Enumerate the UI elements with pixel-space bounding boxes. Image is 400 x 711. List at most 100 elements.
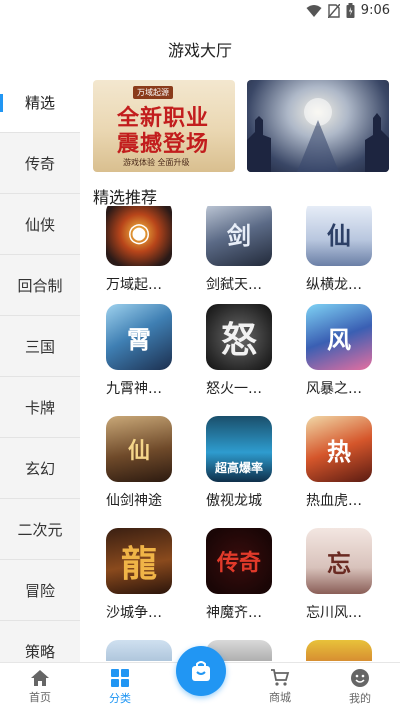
game-name: 剑弑天…: [206, 277, 262, 293]
nav-label: 商城: [269, 691, 291, 704]
game-name: 万域起…: [106, 277, 162, 293]
game-icon-glyph: 仙: [327, 220, 351, 250]
game-name: 神魔齐…: [206, 605, 262, 621]
no-sim-icon: [327, 3, 340, 18]
game-item[interactable]: 超高爆率 傲视龙城: [193, 416, 293, 510]
sidebar-item-label: 冒险: [24, 581, 55, 600]
center-bag-button[interactable]: [176, 646, 226, 696]
sidebar-item-label: 精选: [24, 93, 55, 112]
wifi-icon: [306, 4, 322, 17]
sidebar-item-xuanhuan[interactable]: 玄幻: [0, 438, 80, 499]
game-item[interactable]: 忘 忘川风…: [293, 528, 393, 622]
game-icon-glyph: 风: [327, 324, 351, 354]
game-item[interactable]: ◉ 万域起…: [93, 206, 193, 294]
game-icon: 超高爆率: [206, 416, 272, 482]
game-icon: ◉: [106, 206, 172, 266]
nav-label: 分类: [109, 692, 131, 705]
banner-brand: 万域起源: [133, 86, 173, 99]
game-name: 仙剑神途: [106, 493, 162, 509]
game-name: 纵横龙…: [306, 277, 362, 293]
game-icon: 风: [306, 304, 372, 370]
game-grid: ◉ 万域起… 剑 剑弑天… 仙 纵横龙… 霄 九霄神… 怒 怒火一… 风 风暴之…: [93, 206, 393, 661]
category-sidebar: 精选 传奇 仙侠 回合制 三国 卡牌 玄幻 二次元 冒险 策略: [0, 72, 80, 662]
nav-category[interactable]: 分类: [80, 663, 160, 711]
game-name: 怒火一…: [206, 381, 262, 397]
game-icon-glyph: 忘: [327, 548, 351, 578]
nav-shop[interactable]: 商城: [240, 663, 320, 711]
game-item[interactable]: [93, 640, 193, 661]
game-item[interactable]: 怒 怒火一…: [193, 304, 293, 398]
sidebar-item-label: 二次元: [17, 520, 63, 539]
sidebar-item-chuanqi[interactable]: 传奇: [0, 133, 80, 194]
game-icon: 热: [306, 416, 372, 482]
sidebar-item-huihezhi[interactable]: 回合制: [0, 255, 80, 316]
sidebar-item-label: 仙侠: [24, 215, 55, 234]
game-icon: 忘: [306, 528, 372, 594]
game-item[interactable]: 剑 剑弑天…: [193, 206, 293, 294]
sidebar-item-maoxian[interactable]: 冒险: [0, 560, 80, 621]
game-item[interactable]: 风 风暴之…: [293, 304, 393, 398]
nav-label: 首页: [29, 691, 51, 704]
sidebar-item-label: 三国: [24, 337, 55, 356]
banner-headline: 震撼登场: [116, 131, 209, 157]
sidebar-item-label: 回合制: [17, 276, 63, 295]
sidebar-item-erciyuan[interactable]: 二次元: [0, 499, 80, 560]
game-icon-glyph: 传奇: [216, 550, 261, 576]
game-icon: [306, 640, 372, 661]
game-item[interactable]: 龍 沙城争…: [93, 528, 193, 622]
game-icon: 霄: [106, 304, 172, 370]
nav-home[interactable]: 首页: [0, 663, 80, 711]
banner-carousel: 万域起源 全新职业 震撼登场 游戏体验 全面升级: [93, 80, 389, 172]
sidebar-item-xianxia[interactable]: 仙侠: [0, 194, 80, 255]
game-icon-glyph: 仙: [127, 438, 150, 464]
game-icon-glyph: 热: [327, 436, 351, 466]
game-icon-glyph: 超高爆率: [214, 461, 263, 475]
sidebar-item-label: 策略: [24, 642, 55, 661]
game-icon: 传奇: [206, 528, 272, 594]
castle-artwork: [247, 98, 389, 172]
section-title: 精选推荐: [93, 188, 158, 207]
status-icons: 9:06: [306, 3, 390, 18]
nav-label: 我的: [349, 692, 371, 705]
game-icon-glyph: 剑: [227, 220, 251, 250]
game-name: 热血虎…: [306, 493, 362, 509]
sidebar-item-label: 传奇: [24, 154, 55, 173]
game-name: 九霄神…: [106, 381, 162, 397]
game-icon: [106, 640, 172, 661]
sidebar-item-sanguo[interactable]: 三国: [0, 316, 80, 377]
game-item[interactable]: 热 热血虎…: [293, 416, 393, 510]
profile-icon: [351, 669, 369, 687]
game-item[interactable]: 仙 纵横龙…: [293, 206, 393, 294]
battery-icon: [346, 3, 355, 18]
game-item[interactable]: [293, 640, 393, 661]
status-time: 9:06: [360, 3, 390, 18]
game-icon: 怒: [206, 304, 272, 370]
game-icon: 龍: [106, 528, 172, 594]
sidebar-item-label: 卡牌: [24, 398, 55, 417]
sidebar-item-label: 玄幻: [24, 459, 55, 478]
game-icon: 仙: [106, 416, 172, 482]
bag-icon: [192, 661, 210, 681]
game-icon-glyph: ◉: [127, 218, 151, 248]
game-item[interactable]: 传奇 神魔齐…: [193, 528, 293, 622]
game-name: 忘川风…: [306, 605, 362, 621]
game-icon-glyph: 龍: [120, 543, 157, 585]
cart-icon: [271, 669, 290, 686]
home-icon: [31, 670, 49, 686]
sidebar-item-celue[interactable]: 策略: [0, 621, 80, 662]
nav-profile[interactable]: 我的: [320, 663, 400, 711]
game-item[interactable]: 仙 仙剑神途: [93, 416, 193, 510]
promo-banner-1[interactable]: 万域起源 全新职业 震撼登场 游戏体验 全面升级: [93, 80, 235, 172]
header: 游戏大厅: [0, 26, 400, 72]
game-icon: 剑: [206, 206, 272, 266]
status-bar: 9:06: [0, 0, 400, 26]
game-name: 风暴之…: [306, 381, 362, 397]
category-icon: [111, 669, 129, 687]
game-item[interactable]: 霄 九霄神…: [93, 304, 193, 398]
game-name: 沙城争…: [106, 605, 162, 621]
sidebar-item-kapai[interactable]: 卡牌: [0, 377, 80, 438]
sidebar-item-jingxuan[interactable]: 精选: [0, 72, 80, 133]
game-icon-glyph: 怒: [220, 319, 257, 361]
game-icon-glyph: 霄: [127, 324, 151, 354]
promo-banner-2[interactable]: [247, 80, 389, 172]
